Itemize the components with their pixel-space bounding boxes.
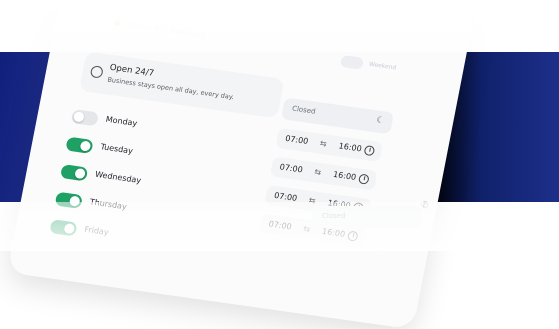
wednesday-time-range[interactable]: 07:00 ⇆ 16:00 [269,156,378,191]
clock-icon[interactable] [346,230,359,242]
open-time[interactable]: 07:00 [279,162,304,174]
monday-closed-field[interactable]: Closed ☾ [280,97,395,135]
day-label: Monday [105,114,139,128]
phone-icon: ✆ [421,201,429,211]
friday-toggle[interactable] [49,219,78,237]
globe-icon [89,65,104,79]
monday-toggle[interactable] [70,109,100,127]
opening-hours-card: Mon to Fri · Weekdays Weekend Open 24/7 … [6,0,477,329]
tuesday-time-range[interactable]: 07:00 ⇆ 16:00 [275,127,384,163]
day-label: Friday [83,224,110,238]
weekend-toggle-label: Weekend [368,60,397,72]
wednesday-toggle[interactable] [59,164,89,182]
day-row-thursday: Thursday [53,188,128,211]
tuesday-toggle[interactable] [65,136,94,154]
day-row-tuesday: Tuesday [64,133,134,157]
top-row-text: Mon to Fri · Weekdays [127,20,206,40]
day-row-friday: Friday [48,215,109,239]
day-row-wednesday: Wednesday [59,160,142,185]
clock-icon[interactable] [363,145,376,157]
moon-icon: ☾ [375,115,386,127]
weekend-toggle[interactable] [339,54,364,70]
day-label: Thursday [88,197,128,212]
swap-icon: ⇆ [319,138,328,149]
clock-icon[interactable] [357,173,370,185]
swap-icon: ⇆ [313,167,322,178]
day-label: Tuesday [99,142,134,156]
bottom-closed-label: Closed [322,212,346,220]
open-24-7-subtitle: Business stays open all day, every day. [106,75,235,102]
day-label: Wednesday [94,169,142,186]
open-time[interactable]: 07:00 [273,191,298,203]
bottom-closed-field[interactable]: Closed [312,206,422,228]
top-row: Mon to Fri · Weekdays [113,19,206,40]
status-dot-icon [113,19,121,27]
open-24-7-option[interactable]: Open 24/7 Business stays open all day, e… [78,51,285,119]
open-time[interactable]: 07:00 [284,134,309,146]
open-time[interactable]: 07:00 [268,219,293,231]
closed-label: Closed [291,104,317,116]
swap-icon: ⇆ [308,195,317,206]
thursday-toggle[interactable] [54,191,83,209]
close-time[interactable]: 16:00 [321,227,346,239]
close-time[interactable]: 16:00 [332,170,357,182]
day-row-monday: Monday [69,105,138,129]
close-time[interactable]: 16:00 [338,141,363,153]
swap-icon: ⇆ [302,224,311,235]
